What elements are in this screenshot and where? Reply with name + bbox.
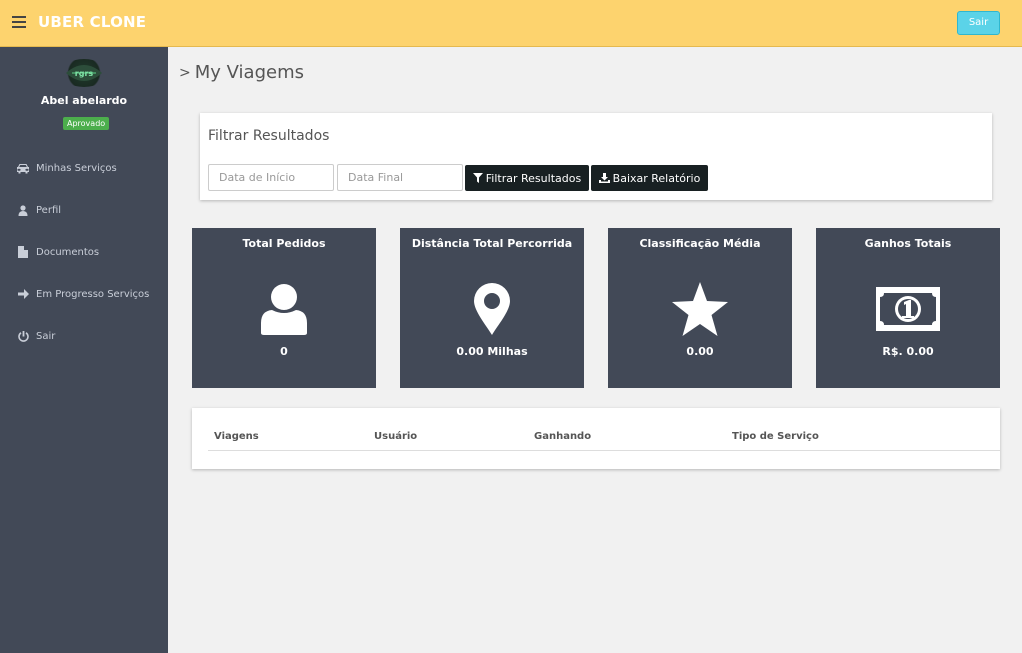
table-divider: [208, 450, 1000, 451]
stat-value: R$. 0.00: [882, 345, 934, 358]
column-header-ganhando[interactable]: Ganhando: [534, 431, 591, 442]
sidebar-item-label: Documentos: [36, 246, 100, 258]
sidebar: rgrs Abel abelardo Aprovado Minhas Servi…: [0, 47, 168, 653]
download-report-button[interactable]: Baixar Relatório: [591, 165, 708, 191]
filter-results-button[interactable]: Filtrar Resultados: [465, 165, 589, 191]
menu-toggle-icon[interactable]: [12, 16, 26, 28]
user-icon: [16, 203, 30, 217]
car-icon: [16, 161, 30, 175]
file-icon: [16, 245, 30, 259]
sidebar-item-documentos[interactable]: Documentos: [16, 242, 166, 262]
sidebar-item-minhas-servicos[interactable]: Minhas Serviços: [16, 158, 166, 178]
arrow-right-icon: [16, 287, 30, 301]
user-name: Abel abelardo: [40, 94, 128, 107]
status-badge: Aprovado: [63, 117, 110, 130]
sidebar-item-perfil[interactable]: Perfil: [16, 200, 166, 220]
stat-title: Distância Total Percorrida: [411, 237, 573, 250]
column-header-usuario[interactable]: Usuário: [374, 431, 417, 442]
star-icon: [608, 282, 792, 336]
logout-button[interactable]: Sair: [957, 11, 1000, 35]
sidebar-item-sair[interactable]: Sair: [16, 326, 166, 346]
stat-value: 0.00 Milhas: [456, 345, 528, 358]
filter-results-label: Filtrar Resultados: [485, 171, 582, 185]
end-date-input[interactable]: [337, 164, 463, 191]
stat-distancia-total: Distância Total Percorrida 0.00 Milhas: [400, 228, 584, 388]
stat-total-pedidos: Total Pedidos 0: [192, 228, 376, 388]
power-icon: [16, 329, 30, 343]
stat-classificacao-media: Classificação Média 0.00: [608, 228, 792, 388]
stat-title: Classificação Média: [639, 237, 761, 250]
stat-value: 0: [280, 345, 288, 358]
sidebar-item-label: Minhas Serviços: [36, 162, 117, 174]
stat-title: Ganhos Totais: [864, 237, 952, 250]
user-icon: [192, 282, 376, 336]
column-header-tipo-servico[interactable]: Tipo de Serviço: [732, 431, 819, 442]
avatar: rgrs: [60, 59, 108, 87]
download-icon: [598, 173, 610, 183]
filter-title: Filtrar Resultados: [208, 128, 330, 144]
money-icon: [816, 282, 1000, 336]
map-marker-icon: [400, 282, 584, 336]
page-title: > My Viagems: [179, 62, 304, 83]
top-bar: UBER CLONE Sair: [0, 0, 1022, 47]
svg-text:rgrs: rgrs: [75, 69, 94, 78]
sidebar-item-em-progresso[interactable]: Em Progresso Serviços: [16, 284, 166, 304]
sidebar-item-label: Em Progresso Serviços: [36, 288, 150, 300]
sidebar-item-label: Sair: [36, 330, 56, 342]
stat-ganhos-totais: Ganhos Totais R$. 0.00: [816, 228, 1000, 388]
filter-icon: [472, 173, 483, 183]
page-title-text: My Viagems: [194, 62, 304, 83]
sidebar-item-label: Perfil: [36, 204, 62, 216]
filter-panel: Filtrar Resultados Filtrar Resultados Ba…: [200, 113, 992, 200]
chevron-right-icon: >: [179, 65, 191, 81]
stat-title: Total Pedidos: [242, 237, 326, 250]
column-header-viagens[interactable]: Viagens: [214, 431, 259, 442]
brand-title[interactable]: UBER CLONE: [38, 13, 146, 31]
download-report-label: Baixar Relatório: [612, 171, 701, 185]
start-date-input[interactable]: [208, 164, 334, 191]
trips-table: Viagens Usuário Ganhando Tipo de Serviço: [192, 408, 1000, 469]
stat-value: 0.00: [686, 345, 714, 358]
